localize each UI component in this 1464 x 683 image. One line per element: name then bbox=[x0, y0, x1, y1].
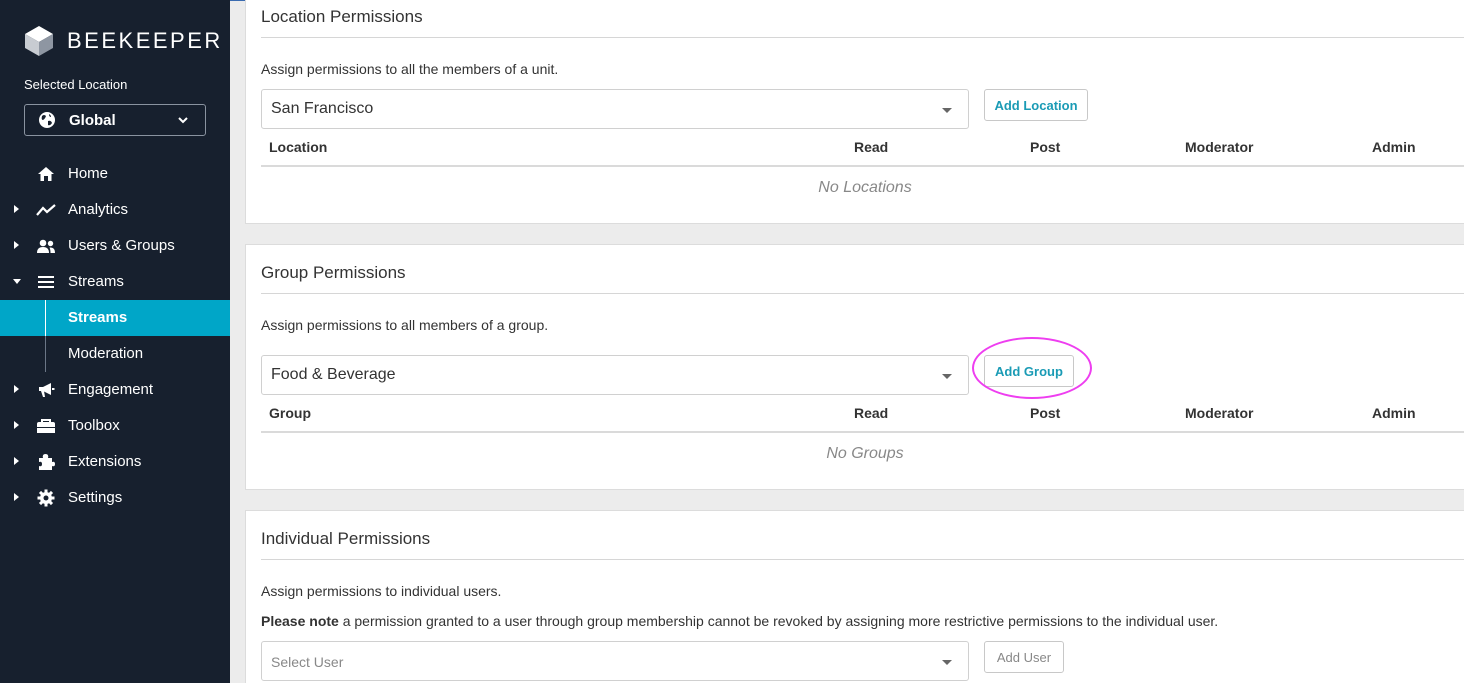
sidebar-subitem-label: Streams bbox=[68, 309, 128, 326]
sidebar-nav: Home Analytics Users & Groups Streams St… bbox=[0, 156, 230, 516]
sidebar-item-label: Users & Groups bbox=[68, 237, 175, 254]
column-header-admin: Admin bbox=[1372, 139, 1416, 155]
column-header-moderator: Moderator bbox=[1185, 139, 1254, 155]
column-header-read: Read bbox=[854, 405, 889, 421]
individual-permissions-description: Assign permissions to individual users. bbox=[261, 583, 502, 599]
highlight-annotation bbox=[972, 337, 1092, 399]
sidebar-item-label: Streams bbox=[68, 273, 124, 290]
column-header-moderator: Moderator bbox=[1185, 405, 1254, 421]
globe-icon bbox=[39, 112, 55, 128]
dropdown-arrow-icon bbox=[942, 660, 952, 665]
logo-text: BEEKEEPER bbox=[67, 28, 223, 53]
sidebar-item-label: Engagement bbox=[68, 381, 154, 398]
note-text: a permission granted to a user through g… bbox=[338, 613, 1219, 629]
location-select-value: San Francisco bbox=[271, 100, 374, 117]
column-header-admin: Admin bbox=[1372, 405, 1416, 421]
sidebar-item-engagement[interactable]: Engagement bbox=[0, 372, 230, 408]
sidebar-subitem-moderation[interactable]: Moderation bbox=[0, 336, 230, 372]
sidebar-subitem-label: Moderation bbox=[68, 345, 144, 362]
user-select[interactable]: Select User bbox=[261, 641, 969, 681]
sidebar-item-label: Settings bbox=[68, 489, 123, 506]
individual-permissions-title: Individual Permissions bbox=[261, 529, 431, 548]
group-permissions-description: Assign permissions to all members of a g… bbox=[261, 317, 549, 333]
sidebar-item-extensions[interactable]: Extensions bbox=[0, 444, 230, 480]
empty-groups-text: No Groups bbox=[826, 445, 904, 462]
dropdown-arrow-icon bbox=[942, 374, 952, 379]
dropdown-arrow-icon bbox=[942, 108, 952, 113]
permission-note: Please note a permission granted to a us… bbox=[261, 613, 1218, 629]
hexagon-logo-icon bbox=[25, 26, 53, 56]
group-select[interactable]: Food & Beverage bbox=[261, 355, 969, 395]
location-select[interactable]: San Francisco bbox=[261, 89, 969, 129]
sidebar-item-streams[interactable]: Streams bbox=[0, 264, 230, 300]
megaphone-icon bbox=[36, 381, 56, 399]
location-value: Global bbox=[69, 111, 116, 129]
table-header-divider bbox=[261, 165, 1464, 167]
caret-right-icon bbox=[14, 493, 19, 501]
analytics-icon bbox=[36, 201, 56, 219]
sidebar-item-label: Extensions bbox=[68, 453, 142, 470]
sidebar-subitem-streams[interactable]: Streams bbox=[0, 300, 230, 336]
group-select-value: Food & Beverage bbox=[271, 366, 396, 383]
sidebar-item-users-groups[interactable]: Users & Groups bbox=[0, 228, 230, 264]
location-permissions-description: Assign permissions to all the members of… bbox=[261, 61, 559, 77]
home-icon bbox=[36, 165, 56, 183]
group-permissions-card: Group Permissions Assign permissions to … bbox=[245, 244, 1464, 490]
column-header-post: Post bbox=[1030, 139, 1061, 155]
individual-permissions-card: Individual Permissions Assign permission… bbox=[245, 510, 1464, 683]
puzzle-icon bbox=[36, 453, 56, 471]
sidebar-item-analytics[interactable]: Analytics bbox=[0, 192, 230, 228]
location-permissions-card: Location Permissions Assign permissions … bbox=[245, 0, 1464, 224]
table-header-divider bbox=[261, 431, 1464, 433]
group-permissions-title: Group Permissions bbox=[261, 263, 406, 282]
beekeeper-logo[interactable]: BEEKEEPER bbox=[24, 25, 223, 57]
sidebar-item-label: Home bbox=[68, 165, 109, 182]
users-icon bbox=[36, 237, 56, 255]
column-header-group: Group bbox=[269, 405, 311, 421]
tree-line bbox=[45, 336, 46, 372]
divider bbox=[261, 37, 1464, 38]
caret-right-icon bbox=[14, 385, 19, 393]
main-content: Location Permissions Assign permissions … bbox=[230, 0, 1464, 683]
caret-right-icon bbox=[14, 205, 19, 213]
sidebar-item-label: Toolbox bbox=[68, 417, 120, 434]
sidebar: BEEKEEPER Selected Location Global Home … bbox=[0, 0, 230, 683]
divider bbox=[261, 559, 1464, 560]
caret-right-icon bbox=[14, 241, 19, 249]
add-location-button[interactable]: Add Location bbox=[984, 89, 1088, 121]
caret-down-icon bbox=[13, 279, 21, 284]
location-selector[interactable]: Global bbox=[24, 104, 206, 136]
column-header-read: Read bbox=[854, 139, 889, 155]
add-user-button[interactable]: Add User bbox=[984, 641, 1064, 673]
column-header-post: Post bbox=[1030, 405, 1061, 421]
caret-right-icon bbox=[14, 457, 19, 465]
toolbox-icon bbox=[36, 417, 56, 435]
note-bold: Please note bbox=[261, 613, 339, 629]
column-header-location: Location bbox=[269, 139, 328, 155]
gear-icon bbox=[36, 489, 56, 507]
location-permissions-title: Location Permissions bbox=[261, 7, 423, 26]
selected-location-label: Selected Location bbox=[24, 77, 128, 92]
sidebar-item-toolbox[interactable]: Toolbox bbox=[0, 408, 230, 444]
list-icon bbox=[36, 273, 56, 291]
chevron-down-icon bbox=[178, 117, 188, 124]
user-select-placeholder: Select User bbox=[271, 654, 344, 670]
caret-right-icon bbox=[14, 421, 19, 429]
tree-line bbox=[45, 300, 46, 336]
divider bbox=[261, 293, 1464, 294]
sidebar-item-label: Analytics bbox=[68, 201, 129, 218]
sidebar-item-settings[interactable]: Settings bbox=[0, 480, 230, 516]
empty-locations-text: No Locations bbox=[818, 179, 912, 196]
sidebar-item-home[interactable]: Home bbox=[0, 156, 230, 192]
